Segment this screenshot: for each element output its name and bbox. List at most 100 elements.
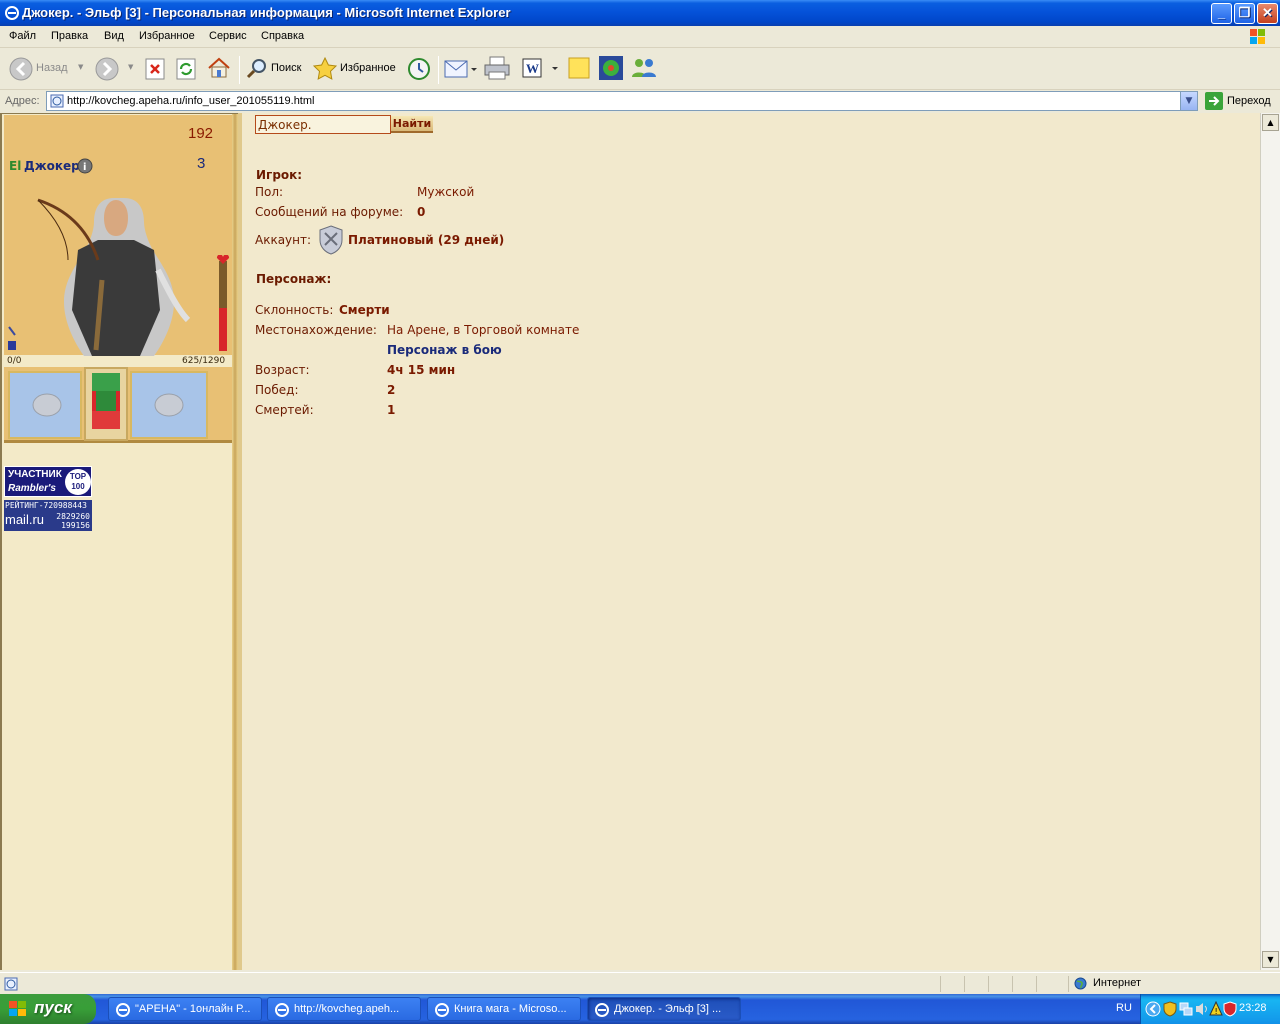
search-button[interactable]: Поиск [244, 54, 306, 84]
gender-label: Пол: [255, 185, 284, 199]
word-edit-icon[interactable]: W [520, 57, 562, 81]
minimize-button[interactable]: _ [1211, 3, 1232, 24]
address-url: http://kovcheg.apeha.ru/info_user_201055… [67, 95, 315, 107]
svg-text:!: ! [1215, 1007, 1218, 1016]
wins-value: 2 [387, 383, 396, 397]
close-button[interactable]: ✕ [1257, 3, 1278, 24]
go-arrow-icon [1205, 92, 1223, 110]
window-titlebar[interactable]: Джокер. - Эльф [3] - Персональная информ… [0, 0, 1280, 26]
forward-button[interactable]: ▼ [94, 54, 138, 84]
back-button[interactable]: Назад ▼ [6, 54, 86, 84]
main-content: Джокер. Найти Игрок: Пол: Мужской Сообще… [238, 113, 1260, 970]
menu-view[interactable]: Вид [104, 30, 124, 42]
start-button[interactable]: пуск [0, 994, 96, 1024]
taskbar-item-mage-book[interactable]: Книга мага - Microso... [427, 997, 581, 1021]
tray-expand-icon[interactable] [1145, 1001, 1161, 1017]
ie-icon [116, 1003, 130, 1017]
alignment-value: Смерти [339, 303, 390, 317]
forum-posts-label: Сообщений на форуме: [255, 205, 404, 219]
top-label: TOP [69, 472, 87, 481]
status-cell [964, 976, 988, 992]
clock[interactable]: 23:28 [1239, 1002, 1267, 1014]
menu-tools[interactable]: Сервис [209, 30, 247, 42]
location-value: На Арене, в Торговой комнате [387, 323, 580, 337]
star-icon [312, 56, 338, 80]
find-button[interactable]: Найти [391, 116, 433, 133]
mail-icon[interactable] [444, 57, 478, 81]
alignment-label: Склонность: [255, 303, 334, 317]
taskbar-item-joker[interactable]: Джокер. - Эльф [3] ... [587, 997, 741, 1021]
messenger-icon[interactable] [630, 55, 658, 81]
maximize-button[interactable]: ❐ [1234, 3, 1255, 24]
address-dropdown-icon[interactable]: ▼ [1180, 92, 1197, 110]
rambler-top100-badge[interactable]: УЧАСТНИК Rambler's TOP 100 [4, 466, 92, 497]
player-search-input[interactable]: Джокер. [255, 115, 391, 134]
mana-value: 0/0 [7, 356, 22, 366]
page-status-icon [4, 977, 18, 991]
language-indicator[interactable]: RU [1116, 1002, 1132, 1014]
print-icon[interactable] [483, 55, 511, 81]
warning-icon[interactable]: ! [1209, 1001, 1223, 1017]
window-title: Джокер. - Эльф [3] - Персональная информ… [22, 5, 511, 20]
address-label: Адрес: [5, 95, 40, 107]
fist-icon [32, 393, 62, 417]
gender-value: Мужской [417, 185, 475, 199]
character-avatar [37, 198, 191, 356]
back-arrow-icon [9, 57, 33, 81]
right-hand-slot[interactable] [130, 371, 208, 439]
windows-logo-icon [1250, 29, 1265, 44]
body-slot-bottom [92, 411, 120, 429]
status-cell [1012, 976, 1036, 992]
hp-bar [219, 261, 227, 351]
platinum-shield-icon [319, 225, 343, 255]
in-battle-status[interactable]: Персонаж в бою [387, 343, 502, 357]
back-dropdown-icon: ▼ [78, 63, 84, 71]
forum-posts-value: 0 [417, 205, 426, 219]
clan-tag: El [9, 159, 22, 173]
toolbar-separator [239, 56, 240, 84]
volume-icon[interactable] [1195, 1001, 1209, 1017]
ie-icon [595, 1003, 609, 1017]
address-input[interactable]: http://kovcheg.apeha.ru/info_user_201055… [46, 91, 1198, 111]
scroll-up-arrow-icon[interactable]: ▲ [1262, 114, 1279, 131]
stop-icon[interactable] [145, 58, 165, 80]
left-hand-slot[interactable] [8, 371, 82, 439]
history-icon[interactable] [405, 56, 433, 82]
menu-edit[interactable]: Правка [51, 30, 88, 42]
taskbar: пуск "АРЕНА" - 1онлайн Р... http://kovch… [0, 994, 1280, 1024]
menu-file[interactable]: Файл [9, 30, 36, 42]
account-value: Платиновый (29 дней) [348, 233, 505, 247]
forward-dropdown-icon: ▼ [128, 63, 134, 71]
scroll-down-arrow-icon[interactable]: ▼ [1262, 951, 1279, 968]
taskbar-item-arena[interactable]: "АРЕНА" - 1онлайн Р... [108, 997, 262, 1021]
note-icon[interactable] [567, 56, 591, 80]
heart-icon [216, 255, 230, 264]
deaths-label: Смертей: [255, 403, 314, 417]
antivirus-icon[interactable] [1223, 1001, 1237, 1017]
menu-help[interactable]: Справка [261, 30, 304, 42]
equipment-panel [4, 367, 232, 443]
persona-heading: Персонаж: [256, 272, 332, 286]
toolbar: Назад ▼ ▼ Поиск Избранное W [0, 48, 1280, 90]
player-heading: Игрок: [256, 168, 303, 182]
favorites-button[interactable]: Избранное [312, 54, 398, 84]
security-shield-icon[interactable] [1163, 1001, 1177, 1017]
network-icon[interactable] [1179, 1001, 1193, 1017]
menu-bar: Файл Правка Вид Избранное Сервис Справка [0, 26, 1280, 48]
body-slot-top [92, 373, 120, 391]
refresh-icon[interactable] [176, 58, 196, 80]
mailru-rating-badge[interactable]: РЕЙТИНГ-720988443 mail.ru 2829260 199156 [4, 500, 92, 531]
taskbar-item-kovcheg[interactable]: http://kovcheg.apeh... [267, 997, 421, 1021]
home-icon[interactable] [207, 56, 231, 80]
menu-favorites[interactable]: Избранное [139, 30, 195, 42]
body-slot[interactable] [84, 367, 128, 441]
status-cell [1036, 976, 1068, 992]
globe-icon [1074, 977, 1087, 990]
ie-icon [5, 6, 19, 20]
go-button[interactable]: Переход [1204, 92, 1280, 110]
status-cell [988, 976, 1012, 992]
icq-icon[interactable] [598, 55, 624, 81]
search-icon [246, 59, 266, 79]
address-bar: Адрес: http://kovcheg.apeha.ru/info_user… [0, 90, 1280, 113]
vertical-scrollbar[interactable]: ▲ ▼ [1260, 113, 1280, 970]
